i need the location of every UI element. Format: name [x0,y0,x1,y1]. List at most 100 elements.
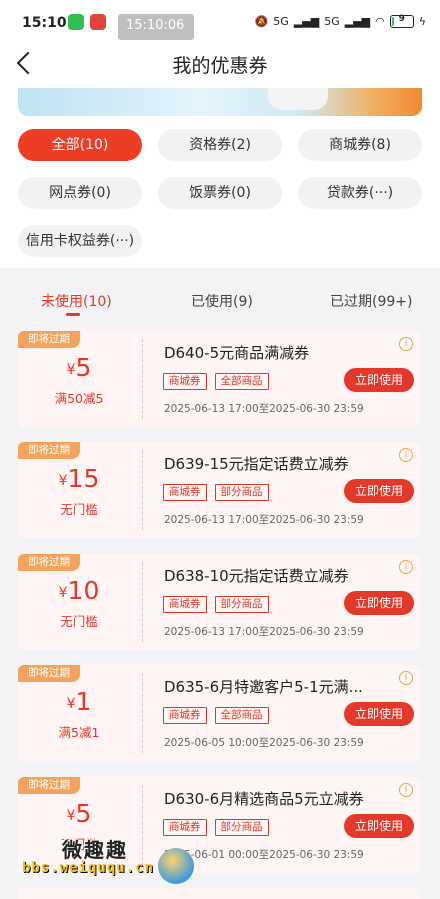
app-icon [90,14,106,30]
coupon-amount: ¥15 [18,464,140,493]
coupon-tags: 商城券 部分商品 [163,596,269,613]
coupon-tag: 全部商品 [214,373,269,390]
status-indicators: 🔕 5G ▂▄▆ 5G ▂▄▆ ◠ 9 ϟ [254,14,426,28]
coupon-tag: 部分商品 [214,596,269,613]
signal-icon-2: ▂▄▆ [344,15,371,28]
network-5g-2: 5G [324,15,340,28]
filter-chip-branch[interactable]: 网点券(0) [18,177,142,209]
coupon-amount: ¥10 [18,576,140,605]
coupon-title: D639-15元指定话费立减券 [164,455,349,473]
use-now-button[interactable]: 立即使用 [344,814,414,838]
charging-icon: ϟ [418,15,426,28]
watermark: 微趣趣 bbs.weiququ.cn [22,834,202,894]
filter-chip-credit-card[interactable]: 信用卡权益券(···) [18,225,142,257]
coupon-title: D638-10元指定话费立减券 [164,567,349,585]
currency-symbol: ¥ [66,362,76,378]
use-now-button[interactable]: 立即使用 [344,591,414,615]
coupon-amount: ¥5 [18,799,140,828]
battery-icon: 9 [389,14,414,28]
coupon-value-area: 即将过期 ¥1 满5减1 [18,665,140,761]
coupon-condition: 无门槛 [60,502,98,517]
coupon-amount: ¥5 [18,353,140,382]
tab-unused[interactable]: 未使用(10) [41,291,112,311]
mute-icon: 🔕 [254,15,269,28]
promo-banner[interactable] [18,88,422,116]
coupon-card[interactable]: 即将过期 ¥1 满5减1 D635-6月特邀客户5-1元满... 商城券 全部商… [18,665,420,761]
status-tabs: 未使用(10) 已使用(9) 已过期(99+) [0,268,440,318]
coupon-value-area: 即将过期 ¥5 满50减5 [18,331,140,427]
currency-symbol: ¥ [66,696,76,712]
coupon-tags: 商城券 全部商品 [163,373,269,390]
coupon-card[interactable]: 即将过期 ¥5 满50减5 D640-5元商品满减券 商城券 全部商品 立即使用… [18,331,420,427]
use-now-button[interactable]: 立即使用 [344,368,414,392]
tab-used[interactable]: 已使用(9) [191,291,253,311]
coupon-tag: 商城券 [163,596,207,613]
coupon-validity: 2025-06-13 17:00至2025-06-30 23:59 [164,514,364,526]
coupon-value: 5 [75,353,92,382]
use-now-button[interactable]: 立即使用 [344,702,414,726]
coupon-value-area: 即将过期 ¥10 无门槛 [18,554,140,650]
coupon-card[interactable]: 即将过期 ¥15 无门槛 D639-15元指定话费立减券 商城券 部分商品 立即… [18,442,420,538]
coupon-title: D635-6月特邀客户5-1元满... [164,678,363,696]
filter-chip-loan[interactable]: 贷款券(···) [298,177,422,209]
info-icon[interactable]: i [399,448,413,462]
coupon-tag: 部分商品 [214,484,269,501]
info-icon[interactable]: i [399,560,413,574]
coupon-condition: 无门槛 [60,614,98,629]
info-icon[interactable]: i [399,671,413,685]
coupon-condition: 满50减5 [54,391,104,406]
wifi-icon: ◠ [375,15,385,28]
coupon-tag: 部分商品 [214,819,269,836]
coupon-validity: 2025-06-13 17:00至2025-06-30 23:59 [164,403,364,415]
nav-bar: 我的优惠券 [0,40,440,88]
info-icon[interactable]: i [399,337,413,351]
use-now-button[interactable]: 立即使用 [344,479,414,503]
expiring-badge: 即将过期 [18,442,80,459]
active-tab-indicator [66,313,80,316]
coupon-divider [142,339,143,419]
coupon-tag: 全部商品 [214,707,269,724]
currency-symbol: ¥ [58,473,68,489]
coupon-tags: 商城券 全部商品 [163,707,269,724]
coupon-divider [142,450,143,530]
status-bar: 15:10 15:10:06 🔕 5G ▂▄▆ 5G ▂▄▆ ◠ 9 ϟ [0,0,440,40]
coupon-tag: 商城券 [163,484,207,501]
coupon-divider [142,562,143,642]
coupon-value: 5 [75,799,92,828]
filter-chip-meal[interactable]: 饭票券(0) [158,177,282,209]
tab-expired[interactable]: 已过期(99+) [330,291,412,311]
status-time: 15:10 [22,15,67,31]
currency-symbol: ¥ [58,585,68,601]
info-icon[interactable]: i [399,783,413,797]
battery-level: 9 [398,14,405,24]
expiring-badge: 即将过期 [18,554,80,571]
currency-symbol: ¥ [66,808,76,824]
coupon-validity: 2025-06-13 17:00至2025-06-30 23:59 [164,626,364,638]
filter-chip-qualification[interactable]: 资格券(2) [158,129,282,161]
coupon-title: D640-5元商品满减券 [164,344,310,362]
coupon-tags: 商城券 部分商品 [163,484,269,501]
watermark-text: 微趣趣 [62,838,128,862]
wechat-icon [68,14,84,30]
coupon-validity: 2025-06-05 10:00至2025-06-30 23:59 [164,737,364,749]
coupon-value-area: 即将过期 ¥15 无门槛 [18,442,140,538]
coupon-title: D630-6月精选商品5元立减券 [164,790,364,808]
banner-product-image [268,88,328,110]
network-5g: 5G [273,15,289,28]
filter-chip-mall[interactable]: 商城券(8) [298,129,422,161]
watermark-logo-icon [158,848,194,884]
coupon-tag: 商城券 [163,707,207,724]
coupon-amount: ¥1 [18,687,140,716]
watermark-url: bbs.weiququ.cn [22,860,155,876]
filter-chip-all[interactable]: 全部(10) [18,129,142,161]
coupon-value: 10 [67,576,100,605]
coupon-condition: 满5减1 [58,725,100,740]
signal-icon: ▂▄▆ [293,15,320,28]
coupon-value: 1 [75,687,92,716]
page-title: 我的优惠券 [172,55,268,77]
expiring-badge: 即将过期 [18,777,80,794]
coupon-card[interactable]: 即将过期 ¥10 无门槛 D638-10元指定话费立减券 商城券 部分商品 立即… [18,554,420,650]
expiring-badge: 即将过期 [18,665,80,682]
coupon-tag: 商城券 [163,373,207,390]
coupon-value: 15 [67,464,100,493]
